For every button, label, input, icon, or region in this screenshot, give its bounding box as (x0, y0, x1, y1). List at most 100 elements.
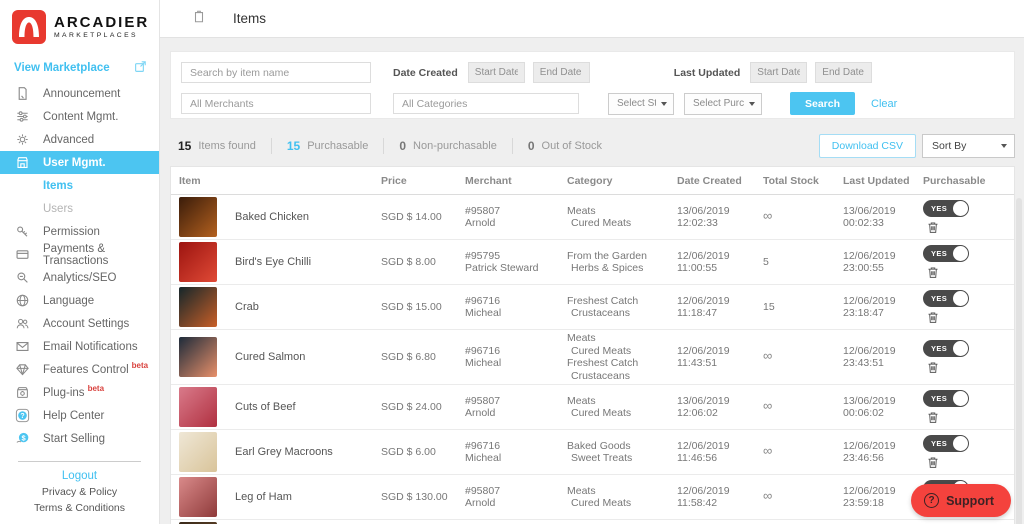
date-created-cell: 13/06/2019 12:02:33 (677, 204, 730, 230)
search-input[interactable] (181, 62, 371, 83)
sidebar-item-features-control[interactable]: Features Control beta (0, 358, 159, 381)
key-icon (14, 224, 31, 240)
sliders-icon (14, 109, 31, 125)
svg-text:?: ? (20, 413, 24, 420)
delete-item-icon[interactable] (926, 455, 940, 470)
sort-by-select[interactable]: Sort By (922, 134, 1015, 158)
purchasable-select[interactable]: Select Purchas (684, 92, 762, 115)
sidebar-item-permission[interactable]: Permission (0, 220, 159, 243)
gear-icon (14, 132, 31, 148)
sidebar-item-label: Announcement (43, 87, 121, 100)
toggle-knob (953, 435, 968, 451)
terms-conditions-link[interactable]: Terms & Conditions (0, 502, 159, 514)
item-thumbnail[interactable] (179, 242, 217, 282)
delete-item-icon[interactable] (926, 310, 940, 325)
logout-link[interactable]: Logout (0, 470, 159, 482)
support-button[interactable]: ? Support (911, 484, 1011, 517)
item-thumbnail[interactable] (179, 197, 217, 237)
merchant-cell: #95795 Patrick Steward (465, 249, 539, 275)
merchant-cell: #96716 Micheal (465, 439, 502, 465)
sidebar-item-help-center[interactable]: ? Help Center (0, 404, 159, 427)
chevron-down-icon (661, 101, 667, 106)
stat-label: Out of Stock (541, 140, 603, 152)
delete-item-icon[interactable] (926, 220, 940, 235)
main-area: Items Date Created Last Updated Select S… (160, 0, 1024, 524)
price-cell: SGD $ 14.00 (381, 210, 442, 223)
sidebar-item-content-mgmt[interactable]: Content Mgmt. (0, 105, 159, 128)
item-cell: Bird's Eye Chilli (171, 242, 373, 282)
announcement-icon (14, 86, 31, 102)
toggle-label: YES (931, 248, 948, 258)
date-created-cell: 12/06/2019 11:18:47 (677, 294, 730, 320)
clear-button[interactable]: Clear (871, 98, 897, 110)
date-created-end-input[interactable] (532, 62, 590, 83)
item-name: Crab (235, 300, 259, 313)
last-updated-cell: 12/06/2019 23:46:56 (843, 439, 896, 465)
delete-item-icon[interactable] (926, 265, 940, 280)
item-thumbnail[interactable] (179, 337, 217, 377)
date-created-start-input[interactable] (467, 62, 525, 83)
categories-input[interactable] (393, 93, 579, 114)
item-thumbnail[interactable] (179, 287, 217, 327)
price-cell: SGD $ 6.80 (381, 350, 436, 363)
last-updated-end-input[interactable] (815, 62, 873, 83)
vertical-scrollbar[interactable] (1016, 198, 1022, 524)
beta-badge: beta (131, 361, 149, 370)
table-header-row: Item Price Merchant Category Date Created Tot… (171, 167, 1014, 195)
last-updated-start-input[interactable] (750, 62, 808, 83)
toggle-label: YES (931, 343, 948, 353)
sidebar-item-announcement[interactable]: Announcement (0, 82, 159, 105)
sidebar-item-items[interactable]: Items (0, 174, 159, 197)
last-updated-cell: 13/06/2019 00:02:33 (843, 204, 896, 230)
total-stock-cell: ∞ (755, 209, 835, 224)
purchasable-toggle[interactable]: YES (923, 199, 969, 217)
toggle-knob (953, 245, 968, 261)
stock-select[interactable]: Select Stock (608, 92, 674, 115)
sidebar-item-user-mgmt[interactable]: User Mgmt. (0, 151, 159, 174)
toggle-label: YES (931, 438, 948, 448)
brand-name: ARCADIER (54, 14, 150, 31)
purchasable-toggle[interactable]: YES (923, 434, 969, 452)
total-stock-cell: ∞ (755, 349, 835, 364)
sidebar-item-account-settings[interactable]: Account Settings (0, 312, 159, 335)
category-cell: Freshest Catch Crustaceans (567, 294, 639, 320)
item-thumbnail[interactable] (179, 477, 217, 517)
purchasable-toggle[interactable]: YES (923, 389, 969, 407)
sidebar-item-email-notifications[interactable]: Email Notifications (0, 335, 159, 358)
download-csv-button[interactable]: Download CSV (818, 134, 916, 158)
top-header: Items (160, 0, 1024, 38)
sidebar-item-language[interactable]: Language (0, 289, 159, 312)
sidebar-item-start-selling[interactable]: $ Start Selling (0, 427, 159, 450)
date-created-label: Date Created (393, 66, 458, 79)
delete-item-icon[interactable] (926, 360, 940, 375)
sidebar-item-plug-ins[interactable]: Plug-ins beta (0, 381, 159, 404)
merchant-cell: #95807 Arnold (465, 484, 501, 510)
item-name: Bird's Eye Chilli (235, 255, 312, 268)
date-created-cell: 12/06/2019 11:00:55 (677, 249, 730, 275)
table-row: Cured Salmon SGD $ 6.80 #96716 Micheal Meats… (171, 330, 1014, 385)
sidebar-item-users[interactable]: Users (0, 197, 159, 220)
merchants-input[interactable] (181, 93, 371, 114)
item-thumbnail[interactable] (179, 432, 217, 472)
privacy-policy-link[interactable]: Privacy & Policy (0, 486, 159, 498)
sidebar-item-payments-transactions[interactable]: Payments & Transactions (0, 243, 159, 267)
beta-badge: beta (87, 384, 105, 393)
view-marketplace-link[interactable]: View Marketplace (0, 52, 159, 82)
purchasable-toggle[interactable]: YES (923, 244, 969, 262)
purchasable-toggle[interactable]: YES (923, 339, 969, 357)
page-title: Items (233, 11, 267, 26)
item-thumbnail[interactable] (179, 387, 217, 427)
sidebar-item-advanced[interactable]: Advanced (0, 128, 159, 151)
purchasable-cell: YES (915, 244, 1014, 280)
sidebar-item-label: Account Settings (43, 317, 130, 330)
stat-divider (383, 138, 385, 154)
category-cell: Meats Cured Meats (567, 394, 632, 420)
sidebar-item-analytics-seo[interactable]: Analytics/SEO (0, 266, 159, 289)
table-row: #95795Smoothie Bowls12/06/201912/06/2019… (171, 520, 1014, 524)
footer-divider (18, 461, 141, 462)
delete-item-icon[interactable] (926, 410, 940, 425)
merchant-cell: #96716 Micheal (465, 344, 502, 370)
brand-logo: ARCADIER MARKETPLACES (0, 0, 159, 52)
purchasable-toggle[interactable]: YES (923, 289, 969, 307)
search-button[interactable]: Search (790, 92, 856, 115)
